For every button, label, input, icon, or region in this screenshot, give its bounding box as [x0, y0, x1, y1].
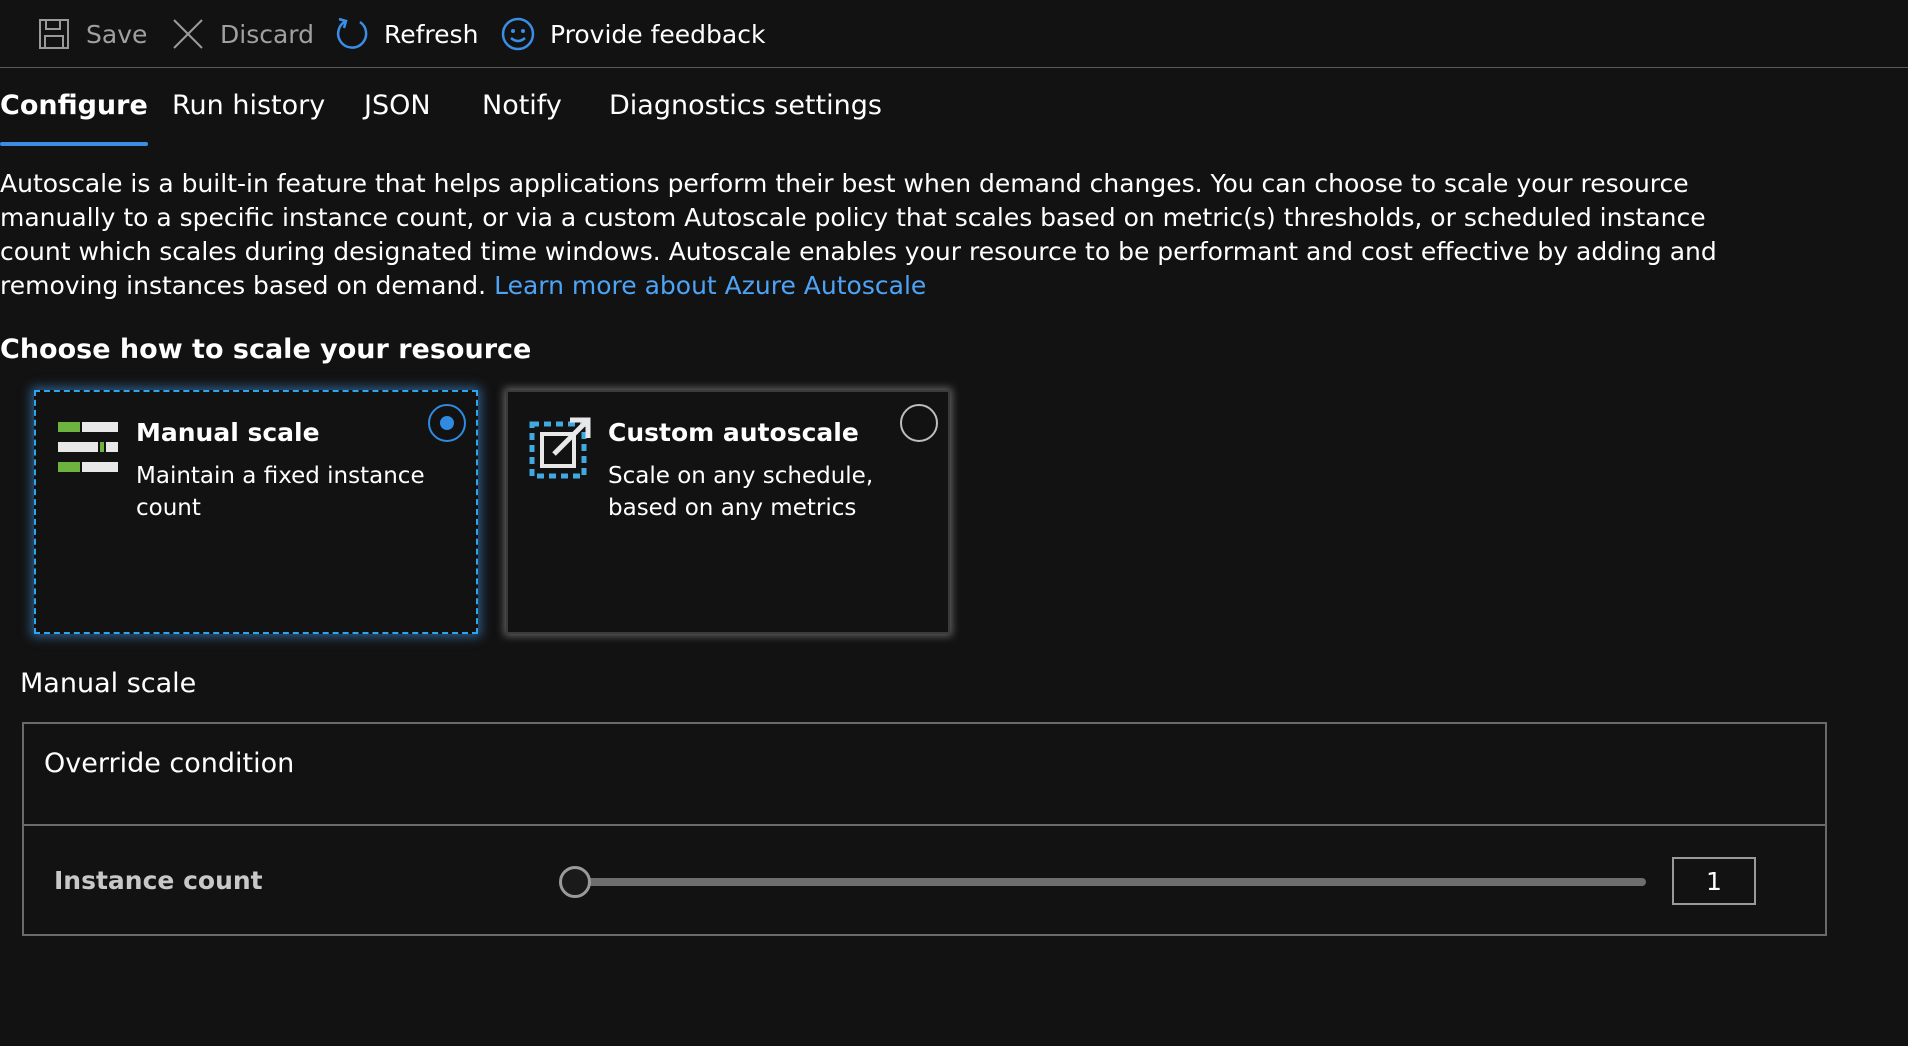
instance-count-slider-thumb[interactable]: [559, 866, 591, 898]
tab-configure[interactable]: Configure: [0, 76, 148, 146]
override-condition-label: Override condition: [44, 748, 295, 779]
refresh-icon: [334, 16, 370, 52]
command-toolbar: Save Discard Refresh Provide feedback: [0, 0, 1908, 68]
discard-label: Discard: [220, 19, 314, 49]
manual-scale-radio[interactable]: [428, 404, 466, 442]
tab-notify[interactable]: Notify: [482, 76, 562, 142]
custom-autoscale-icon: [528, 416, 592, 480]
manual-scale-panel: Override condition Instance count: [22, 722, 1827, 936]
manual-scale-description: Maintain a fixed instance count: [136, 463, 425, 521]
manual-scale-title: Manual scale: [136, 418, 320, 447]
feedback-label: Provide feedback: [550, 19, 766, 49]
refresh-button[interactable]: Refresh: [334, 12, 478, 56]
autoscale-page: Save Discard Refresh Provide feedback Co…: [0, 0, 1908, 1046]
save-button[interactable]: Save: [36, 12, 147, 56]
custom-autoscale-title: Custom autoscale: [608, 418, 859, 447]
manual-scale-option[interactable]: Manual scale Maintain a fixed instance c…: [34, 390, 478, 634]
tab-json[interactable]: JSON: [364, 76, 431, 142]
instance-count-input[interactable]: [1672, 857, 1756, 905]
smiley-icon: [500, 16, 536, 52]
provide-feedback-button[interactable]: Provide feedback: [500, 12, 765, 56]
instance-count-label: Instance count: [54, 866, 263, 895]
close-icon: [170, 16, 206, 52]
tab-diagnostics-settings[interactable]: Diagnostics settings: [609, 76, 882, 142]
intro-paragraph: Autoscale is a built-in feature that hel…: [0, 167, 1720, 303]
custom-autoscale-option[interactable]: Custom autoscale Scale on any schedule, …: [506, 390, 950, 634]
scale-choice-heading: Choose how to scale your resource: [0, 334, 532, 365]
save-icon: [36, 16, 72, 52]
instance-count-slider[interactable]: [566, 878, 1646, 886]
save-label: Save: [86, 19, 148, 49]
manual-scale-heading: Manual scale: [20, 668, 197, 699]
manual-scale-icon: [56, 416, 120, 480]
discard-button[interactable]: Discard: [170, 12, 314, 56]
custom-autoscale-description: Scale on any schedule, based on any metr…: [608, 463, 874, 521]
custom-autoscale-radio[interactable]: [900, 404, 938, 442]
learn-more-link[interactable]: Learn more about Azure Autoscale: [494, 271, 926, 300]
override-condition-row: Override condition: [24, 724, 1825, 826]
tab-run-history[interactable]: Run history: [172, 76, 325, 142]
refresh-label: Refresh: [384, 19, 479, 49]
